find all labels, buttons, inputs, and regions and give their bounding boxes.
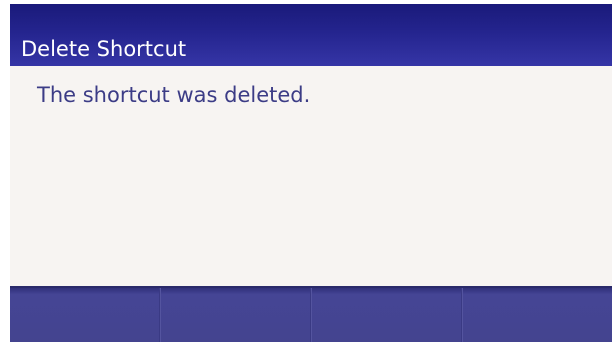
softkey-bar — [10, 286, 612, 342]
softkey-1[interactable] — [10, 288, 160, 342]
softkey-4[interactable] — [462, 288, 612, 342]
phone-screen: Delete Shortcut The shortcut was deleted… — [10, 4, 612, 342]
screen-title: Delete Shortcut — [21, 37, 187, 61]
title-bar: Delete Shortcut — [10, 4, 612, 66]
softkey-3[interactable] — [311, 288, 462, 342]
status-message: The shortcut was deleted. — [37, 83, 311, 107]
softkey-2[interactable] — [160, 288, 311, 342]
message-area: The shortcut was deleted. — [10, 66, 612, 286]
